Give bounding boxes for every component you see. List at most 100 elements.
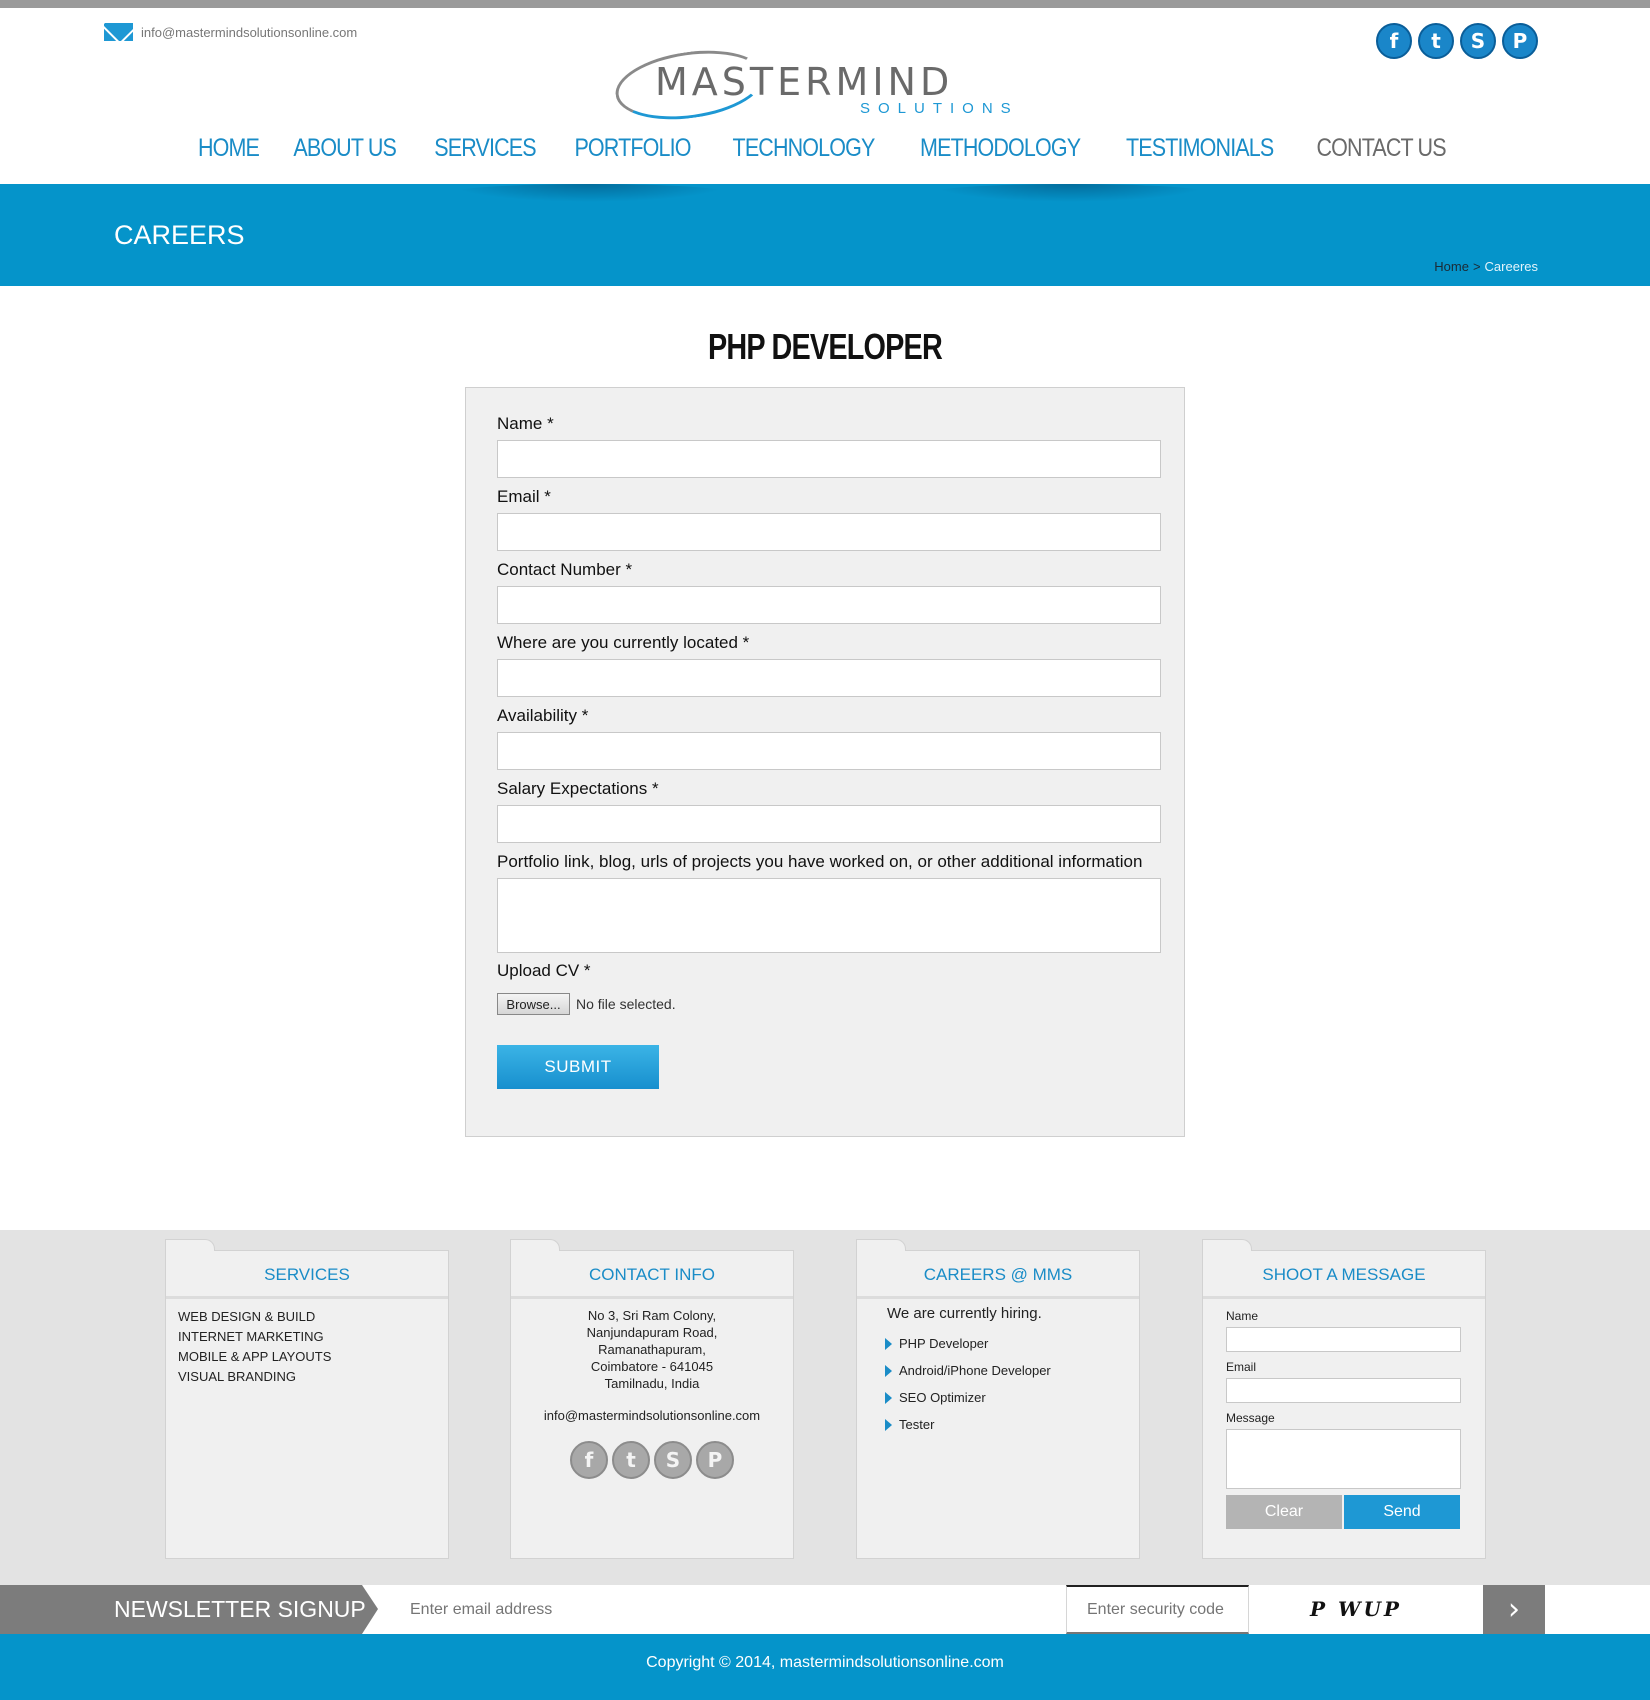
breadcrumb: Home > Careeres <box>1434 259 1538 274</box>
job-link-label: Tester <box>899 1417 935 1432</box>
nav-about-us[interactable]: ABOUT US <box>294 134 397 163</box>
triangle-right-icon <box>885 1364 892 1377</box>
services-heading: SERVICES <box>166 1251 448 1299</box>
nav-contact-us[interactable]: CONTACT US <box>1317 134 1447 163</box>
services-item[interactable]: INTERNET MARKETING <box>178 1327 436 1347</box>
address-line: No 3, Sri Ram Colony, <box>587 1308 717 1323</box>
copyright: Copyright © 2014, mastermindsolutionsonl… <box>0 1634 1650 1700</box>
availability-field: Availability * <box>497 706 1161 770</box>
nav-testimonials[interactable]: TESTIMONIALS <box>1126 134 1274 163</box>
message-heading: SHOOT A MESSAGE <box>1203 1251 1485 1299</box>
page-banner: CAREERS Home > Careeres <box>0 184 1650 286</box>
header-email[interactable]: info@mastermindsolutionsonline.com <box>104 23 357 41</box>
job-link[interactable]: Tester <box>885 1411 1139 1438</box>
address-line: Coimbatore - 641045 <box>590 1359 714 1374</box>
contact-number-field: Contact Number * <box>497 560 1161 624</box>
name-input[interactable] <box>497 440 1161 478</box>
site-header: info@mastermindsolutionsonline.com f t S… <box>0 8 1650 184</box>
contact-heading: CONTACT INFO <box>511 1251 793 1299</box>
services-list: WEB DESIGN & BUILD INTERNET MARKETING MO… <box>166 1299 448 1395</box>
envelope-icon <box>104 23 133 41</box>
availability-label: Availability * <box>497 706 589 725</box>
message-body-textarea[interactable] <box>1226 1429 1461 1489</box>
twitter-icon[interactable]: t <box>612 1441 650 1479</box>
nav-portfolio[interactable]: PORTFOLIO <box>574 134 691 163</box>
widget-tab <box>1202 1239 1252 1251</box>
careers-heading: CAREERS @ MMS <box>857 1251 1139 1299</box>
triangle-right-icon <box>885 1337 892 1350</box>
application-form: Name * Email * Contact Number * Where ar… <box>465 387 1185 1137</box>
nav-technology[interactable]: TECHNOLOGY <box>732 134 875 163</box>
job-link-label: PHP Developer <box>899 1336 989 1351</box>
newsletter-email-input[interactable] <box>410 1597 1010 1623</box>
portfolio-label: Portfolio link, blog, urls of projects y… <box>497 852 1143 871</box>
location-label: Where are you currently located * <box>497 633 750 652</box>
nav-home[interactable]: HOME <box>198 134 260 163</box>
facebook-icon[interactable]: f <box>1376 23 1412 59</box>
clear-button[interactable]: Clear <box>1226 1495 1342 1529</box>
message-form: Name Email Message Clear Send <box>1203 1299 1485 1529</box>
message-body-label: Message <box>1226 1411 1275 1425</box>
name-label: Name * <box>497 414 554 433</box>
submit-button[interactable]: SUBMIT <box>497 1045 659 1089</box>
top-strip <box>0 0 1650 8</box>
email-label: Email * <box>497 487 551 506</box>
portfolio-field: Portfolio link, blog, urls of projects y… <box>497 852 1161 953</box>
nav-services[interactable]: SERVICES <box>434 134 536 163</box>
send-button[interactable]: Send <box>1344 1495 1460 1529</box>
main-nav: HOME ABOUT US SERVICES PORTFOLIO TECHNOL… <box>0 134 1650 163</box>
skype-icon[interactable]: S <box>1460 23 1496 59</box>
header-social: f t S P <box>1376 23 1538 59</box>
jobs-list: PHP Developer Android/iPhone Developer S… <box>857 1322 1139 1438</box>
message-buttons: Clear Send <box>1226 1495 1462 1529</box>
contact-number-label: Contact Number * <box>497 560 633 579</box>
cv-upload: Browse... No file selected. <box>497 993 676 1015</box>
availability-input[interactable] <box>497 732 1161 770</box>
breadcrumb-separator: > <box>1472 259 1481 274</box>
breadcrumb-home[interactable]: Home <box>1434 259 1469 274</box>
pinterest-icon[interactable]: P <box>1502 23 1538 59</box>
message-email-label: Email <box>1226 1360 1257 1374</box>
job-title: PHP DEVELOPER <box>708 326 943 367</box>
message-widget: SHOOT A MESSAGE Name Email Message Clear… <box>1202 1239 1486 1559</box>
browse-button[interactable]: Browse... <box>497 993 570 1015</box>
job-link[interactable]: PHP Developer <box>885 1330 1139 1357</box>
newsletter-label: NEWSLETTER SIGNUP <box>0 1585 378 1634</box>
email-field: Email * <box>497 487 1161 551</box>
skype-icon[interactable]: S <box>654 1441 692 1479</box>
services-item[interactable]: MOBILE & APP LAYOUTS <box>178 1347 436 1367</box>
twitter-icon[interactable]: t <box>1418 23 1454 59</box>
contact-email[interactable]: info@mastermindsolutionsonline.com <box>511 1408 793 1423</box>
salary-input[interactable] <box>497 805 1161 843</box>
newsletter-submit-arrow-icon[interactable]: › <box>1483 1585 1545 1634</box>
location-input[interactable] <box>497 659 1161 697</box>
hiring-text: We are currently hiring. <box>887 1305 1042 1322</box>
message-name-input[interactable] <box>1226 1327 1461 1352</box>
facebook-icon[interactable]: f <box>570 1441 608 1479</box>
main-content: PHP DEVELOPER Name * Email * Contact Num… <box>0 286 1650 1230</box>
site-logo[interactable]: MASTERMIND SOLUTIONS <box>611 41 1035 129</box>
services-item[interactable]: VISUAL BRANDING <box>178 1367 436 1387</box>
breadcrumb-current: Careeres <box>1484 259 1538 274</box>
newsletter-bar: NEWSLETTER SIGNUP P WUP › <box>0 1585 1650 1634</box>
services-item[interactable]: WEB DESIGN & BUILD <box>178 1307 436 1327</box>
email-input[interactable] <box>497 513 1161 551</box>
page-title: CAREERS <box>114 220 245 250</box>
job-link[interactable]: SEO Optimizer <box>885 1384 1139 1411</box>
portfolio-textarea[interactable] <box>497 878 1161 953</box>
pinterest-icon[interactable]: P <box>696 1441 734 1479</box>
footer-widgets: SERVICES WEB DESIGN & BUILD INTERNET MAR… <box>0 1230 1650 1585</box>
services-widget: SERVICES WEB DESIGN & BUILD INTERNET MAR… <box>165 1239 449 1559</box>
address-line: Tamilnadu, India <box>604 1376 700 1391</box>
salary-field: Salary Expectations * <box>497 779 1161 843</box>
message-email-input[interactable] <box>1226 1378 1461 1403</box>
security-code-input[interactable] <box>1066 1585 1249 1634</box>
cv-field: Upload CV * <box>497 961 1161 987</box>
job-link[interactable]: Android/iPhone Developer <box>885 1357 1139 1384</box>
careers-widget: CAREERS @ MMS We are currently hiring. P… <box>856 1239 1140 1559</box>
salary-label: Salary Expectations * <box>497 779 659 798</box>
banner-shadow <box>450 184 730 202</box>
contact-number-input[interactable] <box>497 586 1161 624</box>
footer-social: f t S P <box>511 1441 793 1479</box>
nav-methodology[interactable]: METHODOLOGY <box>920 134 1081 163</box>
